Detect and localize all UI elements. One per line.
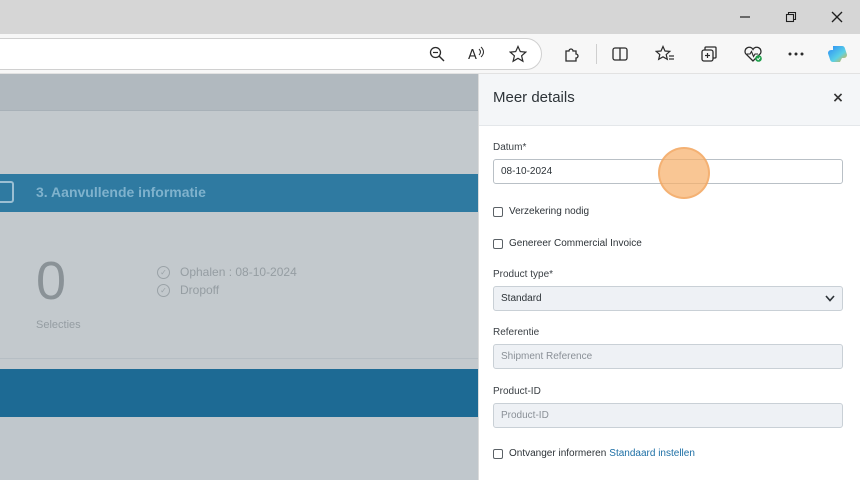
insurance-option[interactable]: Verzekering nodig <box>493 206 589 217</box>
date-label: Datum* <box>493 142 527 153</box>
status-item: ✓ Ophalen : 08-10-2024 <box>157 265 297 279</box>
extensions-icon[interactable] <box>557 40 585 68</box>
chevron-down-icon <box>825 295 835 302</box>
favorites-icon[interactable] <box>651 40 679 68</box>
notify-recipient-label: Ontvanger informeren <box>509 448 607 459</box>
restore-icon[interactable] <box>768 0 814 34</box>
notify-recipient-option[interactable]: Ontvanger informeren Standaard instellen <box>493 448 695 459</box>
step-edit-icon <box>0 181 14 203</box>
commercial-invoice-label: Genereer Commercial Invoice <box>509 238 642 249</box>
toolbar-divider <box>596 44 597 64</box>
product-id-label: Product-ID <box>493 386 541 397</box>
step-header: 3. Aanvullende informatie <box>0 174 478 212</box>
set-default-link[interactable]: Standaard instellen <box>609 448 695 459</box>
product-type-label: Product type* <box>493 269 554 280</box>
page-lower-area <box>0 417 478 480</box>
commercial-invoice-option[interactable]: Genereer Commercial Invoice <box>493 238 642 249</box>
favorite-star-icon[interactable] <box>504 40 532 68</box>
product-id-input[interactable]: Product-ID <box>493 403 843 428</box>
cursor-highlight <box>658 147 710 199</box>
page-top-bar <box>0 74 478 111</box>
copilot-icon[interactable] <box>824 40 852 68</box>
commercial-invoice-checkbox[interactable] <box>493 238 503 249</box>
read-aloud-icon[interactable]: A <box>463 40 491 68</box>
insurance-label: Verzekering nodig <box>509 206 590 217</box>
section-divider <box>0 358 478 359</box>
panel-close-button[interactable]: × <box>828 88 848 108</box>
selection-label: Selecties <box>36 319 81 331</box>
browser-essentials-icon[interactable] <box>739 40 767 68</box>
panel-title: Meer details <box>493 89 575 106</box>
split-screen-icon[interactable] <box>606 40 634 68</box>
details-panel: Meer details × Datum* 08-10-2024 Verzeke… <box>478 74 860 480</box>
step-title: 3. Aanvullende informatie <box>36 184 206 200</box>
reference-input[interactable]: Shipment Reference <box>493 344 843 369</box>
close-icon[interactable] <box>814 0 860 34</box>
product-type-value: Standard <box>501 293 542 304</box>
reference-label: Referentie <box>493 327 540 338</box>
check-circle-icon: ✓ <box>157 265 170 279</box>
status-item: ✓ Dropoff <box>157 283 219 297</box>
panel-header: Meer details × <box>479 74 860 126</box>
zoom-icon[interactable] <box>423 40 451 68</box>
check-circle-icon: ✓ <box>157 283 170 297</box>
notify-recipient-checkbox[interactable] <box>493 448 503 459</box>
minimize-icon[interactable] <box>722 0 768 34</box>
background-page-overlay[interactable]: 3. Aanvullende informatie 0 Selecties ✓ … <box>0 74 478 480</box>
product-type-select[interactable]: Standard <box>493 286 843 311</box>
svg-text:A: A <box>468 48 477 62</box>
date-value: 08-10-2024 <box>501 166 553 177</box>
more-icon[interactable] <box>782 40 810 68</box>
product-id-placeholder: Product-ID <box>501 410 549 421</box>
reference-placeholder: Shipment Reference <box>501 351 593 362</box>
address-bar[interactable]: A <box>0 38 542 70</box>
footer-band <box>0 369 478 417</box>
insurance-checkbox[interactable] <box>493 206 503 217</box>
collections-icon[interactable] <box>695 40 723 68</box>
selection-count: 0 <box>36 251 67 311</box>
browser-toolbar: A <box>0 34 860 74</box>
browser-title-bar <box>0 0 860 34</box>
